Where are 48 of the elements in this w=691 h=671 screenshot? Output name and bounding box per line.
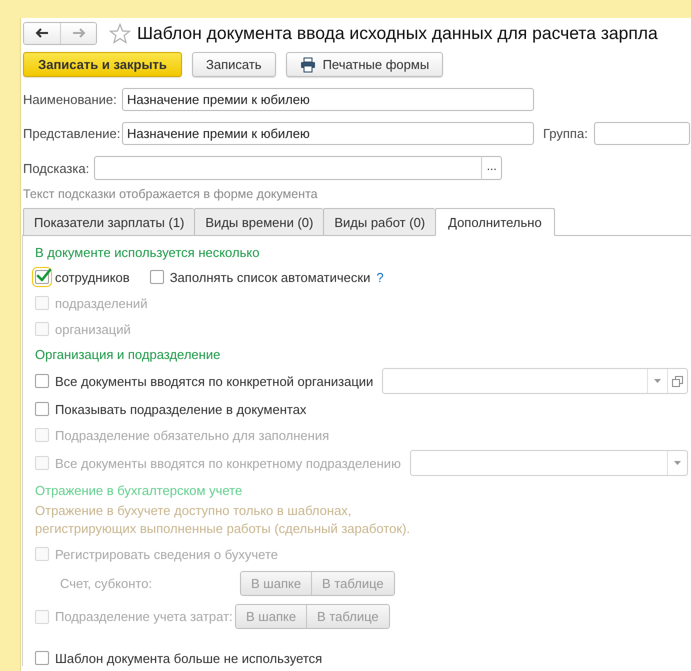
checkbox-label: Заполнять список автоматически xyxy=(170,270,370,284)
window-title: Шаблон документа ввода исходных данных для расчета зарпла xyxy=(137,22,658,44)
save-and-close-button[interactable]: Записать и закрыть xyxy=(23,52,182,77)
field-label: Подсказка: xyxy=(23,160,90,176)
text-field[interactable]: Назначение премии к юбилею xyxy=(122,88,534,111)
info-text: Отражение в бухучете доступно только в шаблонах, регистрирующих выполненные работы (сдельный заработок). xyxy=(35,502,412,538)
printer-icon xyxy=(300,56,316,72)
help-link[interactable]: ? xyxy=(376,270,384,284)
checkbox-label: подразделений xyxy=(55,296,148,310)
tab[interactable]: Показатели зарплаты (1) xyxy=(23,208,194,236)
field-label: Наименование: xyxy=(23,92,118,107)
back-button[interactable] xyxy=(24,22,60,44)
section-heading: В документе используется несколько xyxy=(35,244,260,262)
checkbox-label: сотрудников xyxy=(55,270,130,284)
checkbox[interactable] xyxy=(150,270,164,284)
arrow-right-icon xyxy=(70,27,86,39)
tab[interactable]: Дополнительно xyxy=(435,208,555,236)
checkbox-label: Показывать подразделение в документах xyxy=(55,402,306,416)
checkbox-label: Все документы вводятся по конкретной организации xyxy=(55,374,374,388)
dropdown-arrow-icon xyxy=(654,379,661,383)
switch-label: Подразделение учета затрат: xyxy=(55,609,234,624)
tab[interactable]: Виды времени (0) xyxy=(194,208,324,236)
dropdown-arrow-icon xyxy=(674,461,681,465)
open-window-icon xyxy=(672,376,683,386)
checkbox-label: Шаблон документа больше не используется xyxy=(55,650,322,666)
hint-field[interactable] xyxy=(94,156,482,180)
checkbox[interactable] xyxy=(35,374,49,388)
checkbox-label: Подразделение обязательно для заполнения xyxy=(55,428,330,442)
print-forms-button[interactable]: Печатные формы xyxy=(286,52,444,77)
arrow-left-icon xyxy=(34,27,50,39)
text-field[interactable]: Назначение премии к юбилею xyxy=(122,122,534,145)
checkbox-label: Все документы вводятся по конкретному подразделению xyxy=(55,456,401,470)
dropdown-field[interactable] xyxy=(382,368,688,394)
star-icon[interactable] xyxy=(109,22,131,44)
tab[interactable]: Виды работ (0) xyxy=(323,208,436,236)
checkbox-label: организаций xyxy=(55,322,131,336)
select-button[interactable]: ... xyxy=(481,156,502,180)
checkbox-label: Регистрировать сведения о бухучете xyxy=(55,546,278,562)
switch-label: Счет, субконто: xyxy=(60,576,154,591)
field-label: Группа: xyxy=(543,126,588,141)
save-button[interactable]: Записать xyxy=(192,52,276,77)
text-field[interactable] xyxy=(594,122,690,145)
checkbox[interactable] xyxy=(35,270,49,284)
section-heading: Организация и подразделение xyxy=(35,346,222,364)
checkbox[interactable] xyxy=(35,402,49,416)
hint-text: Текст подсказки отображается в форме документа xyxy=(23,187,319,201)
section-heading: Отражение в бухгалтерском учете xyxy=(35,482,244,500)
field-label: Представление: xyxy=(23,126,122,141)
